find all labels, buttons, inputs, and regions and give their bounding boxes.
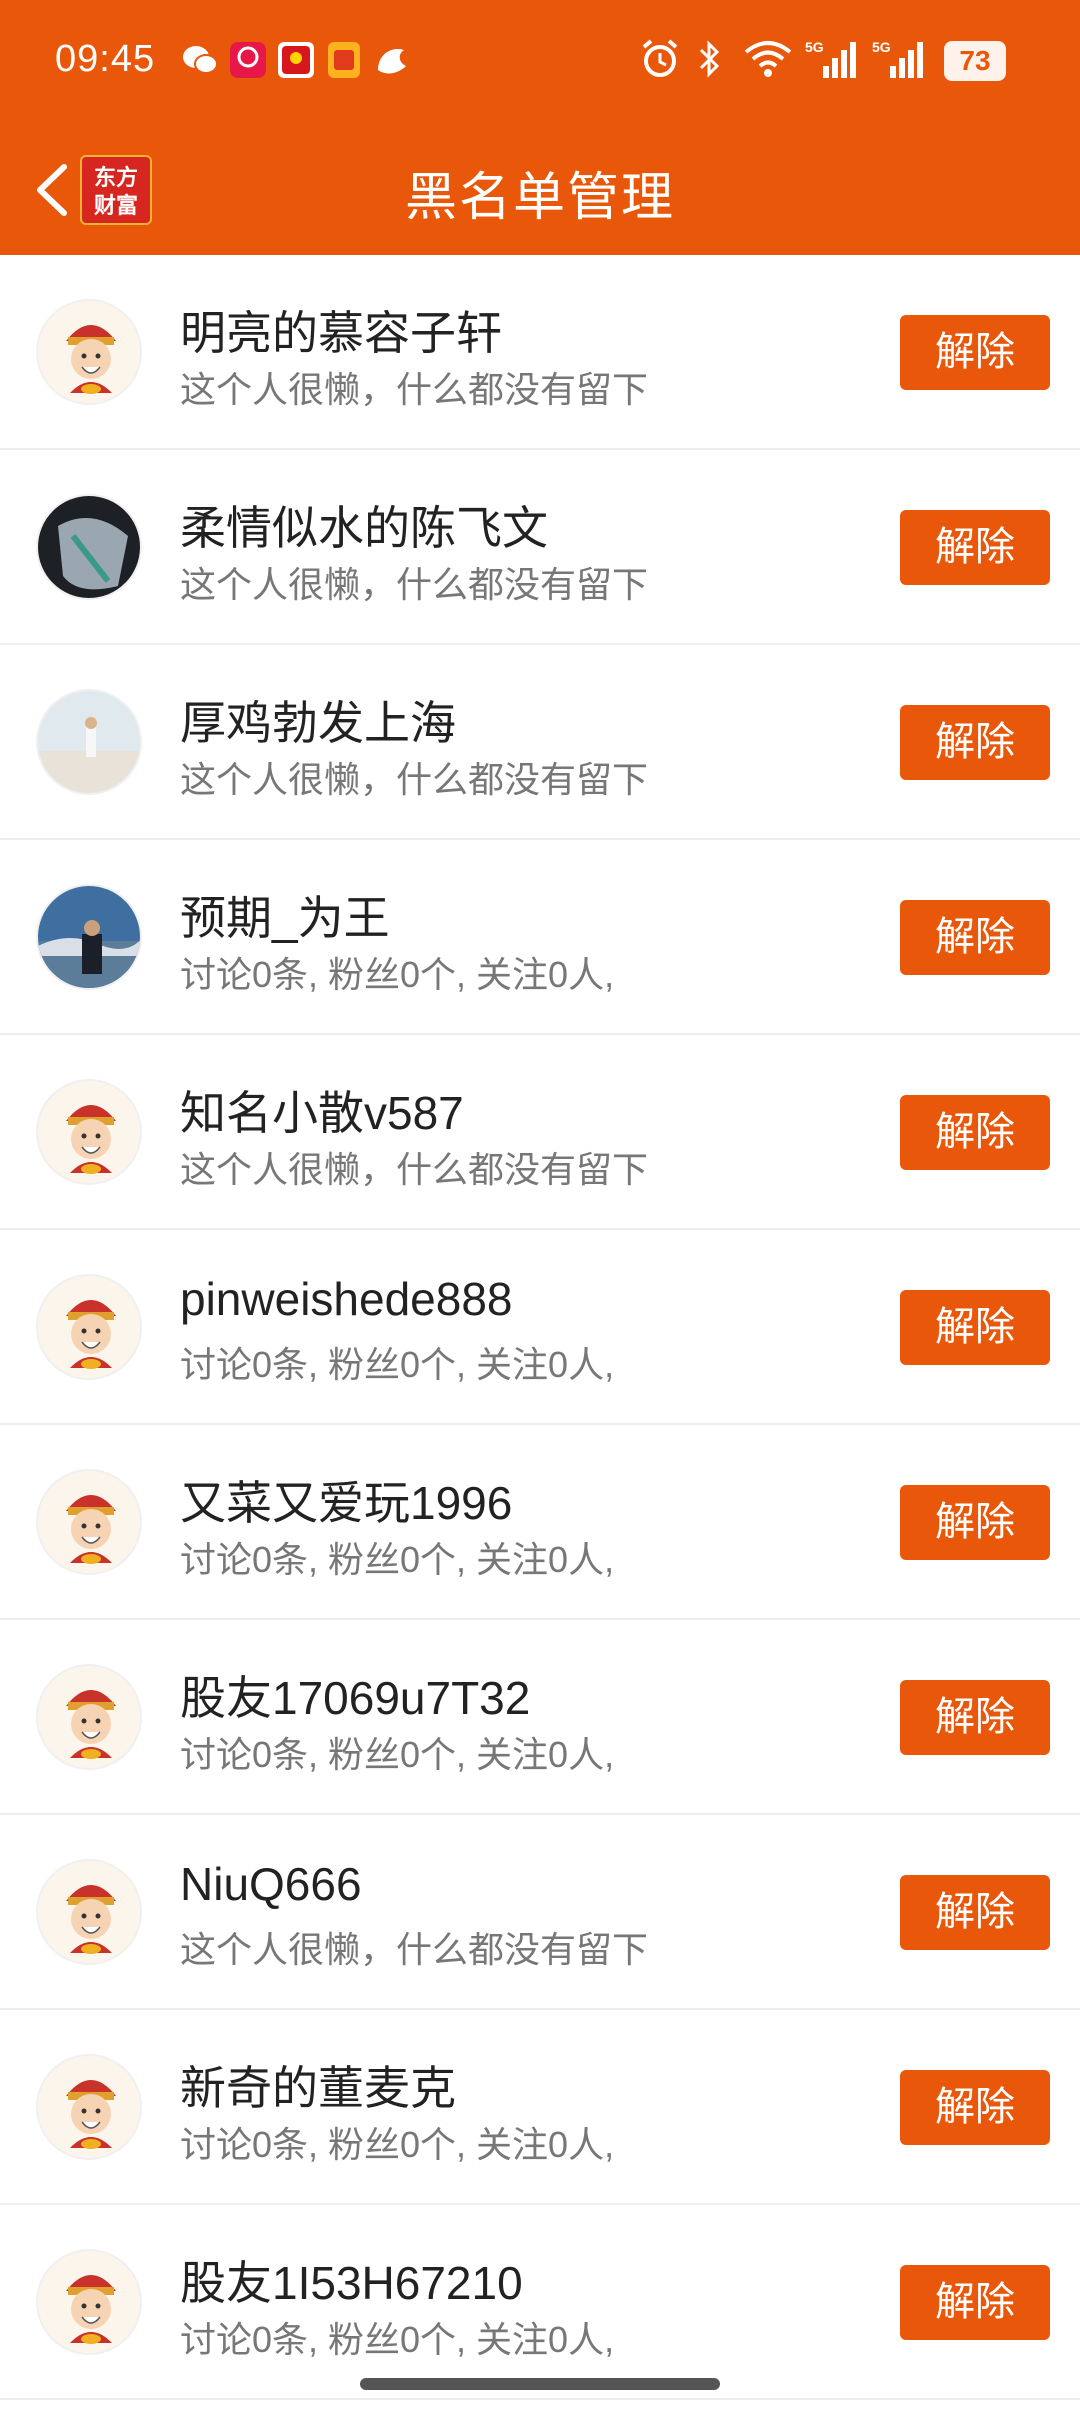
red-app-icon (278, 42, 314, 78)
avatar[interactable] (36, 1079, 142, 1185)
remove-button[interactable]: 解除 (900, 2070, 1050, 2145)
red-packet-icon (328, 42, 360, 78)
user-name: 明亮的慕容子轩 (180, 307, 502, 359)
page-title: 黑名单管理 (404, 169, 675, 227)
user-description: 讨论0条, 粉丝0个, 关注0人, (180, 1734, 615, 1775)
user-name: 柔情似水的陈飞文 (180, 502, 548, 554)
list-item[interactable]: 又菜又爱玩1996 讨论0条, 粉丝0个, 关注0人, 解除 (0, 1425, 1080, 1620)
list-item[interactable]: 股友1I53H67210 讨论0条, 粉丝0个, 关注0人, 解除 (0, 2205, 1080, 2400)
top-bar: 09:45 5G 5G 73 东方 财富 黑名单管理 (0, 0, 1080, 255)
user-description: 讨论0条, 粉丝0个, 关注0人, (180, 2124, 615, 2165)
bird-app-icon (378, 48, 406, 74)
user-name: NiuQ666 (180, 1858, 362, 1910)
list-item[interactable]: 明亮的慕容子轩 这个人很懒，什么都没有留下 解除 (0, 255, 1080, 450)
list-item[interactable]: 预期_为王 讨论0条, 粉丝0个, 关注0人, 解除 (0, 840, 1080, 1035)
signal-icon: 5G (805, 39, 856, 78)
list-item[interactable]: 柔情似水的陈飞文 这个人很懒，什么都没有留下 解除 (0, 450, 1080, 645)
avatar[interactable] (36, 2249, 142, 2355)
user-description: 这个人很懒，什么都没有留下 (180, 1149, 649, 1190)
remove-button[interactable]: 解除 (900, 900, 1050, 975)
app-bar: 东方 财富 黑名单管理 (0, 125, 1080, 255)
bluetooth-icon (699, 40, 720, 78)
list-item[interactable]: 知名小散v587 这个人很懒，什么都没有留下 解除 (0, 1035, 1080, 1230)
list-item[interactable]: pinweishede888 讨论0条, 粉丝0个, 关注0人, 解除 (0, 1230, 1080, 1425)
user-name: 厚鸡勃发上海 (180, 697, 456, 749)
remove-button[interactable]: 解除 (900, 1875, 1050, 1950)
user-name: pinweishede888 (180, 1273, 513, 1325)
user-name: 预期_为王 (180, 892, 390, 944)
user-description: 讨论0条, 粉丝0个, 关注0人, (180, 1539, 615, 1580)
user-name: 新奇的董麦克 (180, 2062, 456, 2114)
gesture-bar[interactable] (360, 2378, 720, 2390)
user-description: 讨论0条, 粉丝0个, 关注0人, (180, 2319, 615, 2360)
list-item[interactable]: 厚鸡勃发上海 这个人很懒，什么都没有留下 解除 (0, 645, 1080, 840)
user-description: 这个人很懒，什么都没有留下 (180, 1929, 649, 1970)
user-name: 又菜又爱玩1996 (180, 1477, 513, 1529)
list-item[interactable]: NiuQ666 这个人很懒，什么都没有留下 解除 (0, 1815, 1080, 2010)
user-name: 知名小散v587 (180, 1087, 464, 1139)
battery-level: 73 (959, 45, 991, 76)
svg-text:5G: 5G (872, 39, 891, 55)
status-bar: 09:45 5G 5G 73 (0, 0, 1080, 125)
remove-button[interactable]: 解除 (900, 1290, 1050, 1365)
remove-button[interactable]: 解除 (900, 2265, 1050, 2340)
avatar[interactable] (36, 1274, 142, 1380)
blacklist: 明亮的慕容子轩 这个人很懒，什么都没有留下 解除 柔情似水的陈飞文 这个人很懒，… (0, 255, 1080, 2400)
user-name: 股友1I53H67210 (180, 2257, 523, 2309)
battery-icon: 73 (944, 41, 1006, 81)
list-item[interactable]: 新奇的董麦克 讨论0条, 粉丝0个, 关注0人, 解除 (0, 2010, 1080, 2205)
avatar[interactable] (36, 2054, 142, 2160)
list-item[interactable]: 股友17069u7T32 讨论0条, 粉丝0个, 关注0人, 解除 (0, 1620, 1080, 1815)
user-description: 讨论0条, 粉丝0个, 关注0人, (180, 1344, 615, 1385)
remove-button[interactable]: 解除 (900, 705, 1050, 780)
wechat-icon (183, 46, 218, 74)
avatar[interactable] (36, 884, 142, 990)
avatar[interactable] (36, 1469, 142, 1575)
user-description: 这个人很懒，什么都没有留下 (180, 369, 649, 410)
status-time: 09:45 (55, 38, 156, 80)
remove-button[interactable]: 解除 (900, 315, 1050, 390)
user-description: 讨论0条, 粉丝0个, 关注0人, (180, 954, 615, 995)
remove-button[interactable]: 解除 (900, 1095, 1050, 1170)
user-name: 股友17069u7T32 (180, 1672, 531, 1724)
wifi-icon (744, 41, 792, 77)
avatar[interactable] (36, 494, 142, 600)
svg-text:5G: 5G (805, 39, 824, 55)
avatar[interactable] (36, 689, 142, 795)
app-notification-icon (230, 42, 266, 78)
alarm-icon (642, 39, 678, 77)
user-description: 这个人很懒，什么都没有留下 (180, 759, 649, 800)
signal-icon-2: 5G (872, 39, 923, 78)
avatar[interactable] (36, 1664, 142, 1770)
remove-button[interactable]: 解除 (900, 510, 1050, 585)
user-description: 这个人很懒，什么都没有留下 (180, 564, 649, 605)
remove-button[interactable]: 解除 (900, 1485, 1050, 1560)
avatar[interactable] (36, 299, 142, 405)
remove-button[interactable]: 解除 (900, 1680, 1050, 1755)
avatar[interactable] (36, 1859, 142, 1965)
